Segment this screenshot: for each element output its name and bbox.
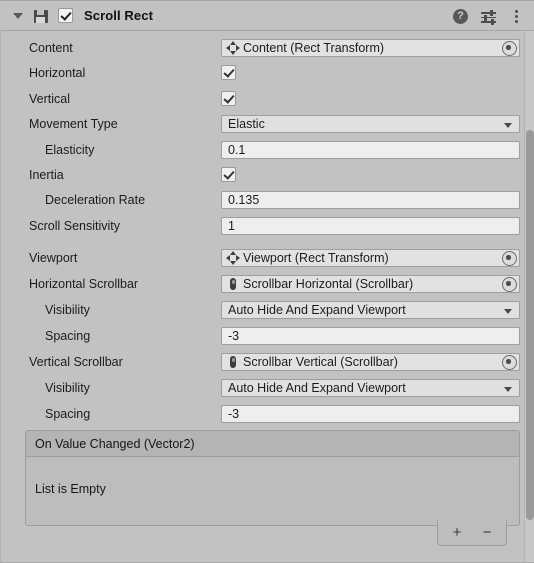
input-elasticity-value: 0.1	[228, 143, 246, 157]
object-field-vertical-scrollbar-value: Scrollbar Vertical (Scrollbar)	[243, 355, 398, 369]
dropdown-movement-type[interactable]: Elastic	[221, 115, 520, 133]
input-scroll-sensitivity[interactable]: 1	[221, 217, 520, 235]
object-field-viewport[interactable]: Viewport (Rect Transform)	[221, 249, 520, 267]
event-list-footer: + −	[437, 520, 507, 546]
event-list-body[interactable]: List is Empty	[25, 456, 520, 526]
checkbox-horizontal[interactable]	[221, 65, 236, 80]
scrollbar-thumb[interactable]	[526, 130, 534, 520]
scrollbar-icon	[226, 277, 240, 291]
checkbox-inertia[interactable]	[221, 167, 236, 182]
input-deceleration-rate[interactable]: 0.135	[221, 191, 520, 209]
row-horizontal-visibility: Visibility Auto Hide And Expand Viewport	[1, 299, 534, 321]
chevron-down-icon	[504, 309, 512, 314]
dropdown-vertical-visibility[interactable]: Auto Hide And Expand Viewport	[221, 379, 520, 397]
scrollbar-icon	[226, 355, 240, 369]
object-picker-horizontal-scrollbar-icon[interactable]	[502, 277, 517, 292]
checkbox-vertical[interactable]	[221, 91, 236, 106]
input-vertical-spacing-value: -3	[228, 407, 240, 421]
object-field-content-value: Content (Rect Transform)	[243, 41, 385, 55]
label-inertia: Inertia	[29, 168, 64, 182]
label-vertical-scrollbar: Vertical Scrollbar	[29, 355, 123, 369]
input-horizontal-spacing[interactable]: -3	[221, 327, 520, 345]
object-field-horizontal-scrollbar[interactable]: Scrollbar Horizontal (Scrollbar)	[221, 275, 520, 293]
label-viewport: Viewport	[29, 251, 78, 265]
row-elasticity: Elasticity 0.1	[1, 139, 534, 161]
rect-transform-icon	[226, 251, 240, 265]
component-header[interactable]: Scroll Rect ?	[0, 0, 534, 31]
kebab-menu-icon[interactable]	[509, 9, 524, 24]
scroll-rect-component-icon	[33, 8, 49, 24]
object-picker-vertical-scrollbar-icon[interactable]	[502, 355, 517, 370]
event-list-header: On Value Changed (Vector2)	[25, 430, 520, 456]
component-enabled-checkbox[interactable]	[58, 8, 73, 23]
label-vertical-visibility: Visibility	[45, 381, 90, 395]
input-vertical-spacing[interactable]: -3	[221, 405, 520, 423]
field-content[interactable]: Content (Rect Transform)	[221, 39, 520, 57]
rect-transform-icon	[226, 41, 240, 55]
label-scroll-sensitivity: Scroll Sensitivity	[29, 219, 120, 233]
chevron-down-icon	[504, 123, 512, 128]
header-icon-group: ?	[453, 1, 524, 32]
scroll-rect-inspector-panel: Scroll Rect ? Content Content (Rect Tran…	[0, 0, 534, 563]
input-horizontal-spacing-value: -3	[228, 329, 240, 343]
field-horizontal-scrollbar[interactable]: Scrollbar Horizontal (Scrollbar)	[221, 275, 520, 293]
row-scroll-sensitivity: Scroll Sensitivity 1	[1, 215, 534, 237]
label-elasticity: Elasticity	[45, 143, 95, 157]
field-viewport[interactable]: Viewport (Rect Transform)	[221, 249, 520, 267]
input-elasticity[interactable]: 0.1	[221, 141, 520, 159]
foldout-triangle-down-icon[interactable]	[10, 8, 26, 24]
row-horizontal: Horizontal	[1, 62, 534, 84]
dropdown-horizontal-visibility-value: Auto Hide And Expand Viewport	[228, 303, 406, 317]
row-deceleration-rate: Deceleration Rate 0.135	[1, 189, 534, 211]
field-vertical-scrollbar[interactable]: Scrollbar Vertical (Scrollbar)	[221, 353, 520, 371]
label-horizontal-visibility: Visibility	[45, 303, 90, 317]
event-list-empty-text: List is Empty	[35, 482, 106, 496]
preset-settings-icon[interactable]	[481, 9, 496, 25]
object-field-viewport-value: Viewport (Rect Transform)	[243, 251, 389, 265]
event-list-title: On Value Changed (Vector2)	[35, 436, 195, 451]
row-viewport: Viewport Viewport (Rect Transform)	[1, 247, 534, 269]
dropdown-horizontal-visibility[interactable]: Auto Hide And Expand Viewport	[221, 301, 520, 319]
dropdown-movement-type-value: Elastic	[228, 117, 265, 131]
row-content: Content Content (Rect Transform)	[1, 37, 534, 59]
row-vertical-scrollbar: Vertical Scrollbar Scrollbar Vertical (S…	[1, 351, 534, 373]
row-horizontal-spacing: Spacing -3	[1, 325, 534, 347]
remove-event-button[interactable]: −	[480, 525, 494, 540]
label-horizontal-scrollbar: Horizontal Scrollbar	[29, 277, 139, 291]
object-picker-viewport-icon[interactable]	[502, 251, 517, 266]
label-horizontal: Horizontal	[29, 66, 86, 80]
input-deceleration-rate-value: 0.135	[228, 193, 260, 207]
object-picker-content-icon[interactable]	[502, 41, 517, 56]
row-vertical-visibility: Visibility Auto Hide And Expand Viewport	[1, 377, 534, 399]
label-movement-type: Movement Type	[29, 117, 118, 131]
row-vertical-spacing: Spacing -3	[1, 403, 534, 425]
object-field-content[interactable]: Content (Rect Transform)	[221, 39, 520, 57]
row-inertia: Inertia	[1, 164, 534, 186]
chevron-down-icon	[504, 387, 512, 392]
label-horizontal-spacing: Spacing	[45, 329, 91, 343]
inspector-vertical-scrollbar[interactable]	[524, 31, 534, 563]
object-field-vertical-scrollbar[interactable]: Scrollbar Vertical (Scrollbar)	[221, 353, 520, 371]
row-vertical: Vertical	[1, 88, 534, 110]
on-value-changed-event-list: On Value Changed (Vector2) List is Empty…	[25, 430, 520, 546]
label-vertical: Vertical	[29, 92, 70, 106]
component-title: Scroll Rect	[84, 8, 154, 23]
label-deceleration-rate: Deceleration Rate	[45, 193, 146, 207]
add-event-button[interactable]: +	[450, 525, 464, 540]
input-scroll-sensitivity-value: 1	[228, 219, 235, 233]
label-vertical-spacing: Spacing	[45, 407, 91, 421]
row-horizontal-scrollbar: Horizontal Scrollbar Scrollbar Horizonta…	[1, 273, 534, 295]
label-content: Content	[29, 41, 73, 55]
object-field-horizontal-scrollbar-value: Scrollbar Horizontal (Scrollbar)	[243, 277, 414, 291]
dropdown-vertical-visibility-value: Auto Hide And Expand Viewport	[228, 381, 406, 395]
help-icon[interactable]: ?	[453, 9, 468, 24]
row-movement-type: Movement Type Elastic	[1, 113, 534, 135]
